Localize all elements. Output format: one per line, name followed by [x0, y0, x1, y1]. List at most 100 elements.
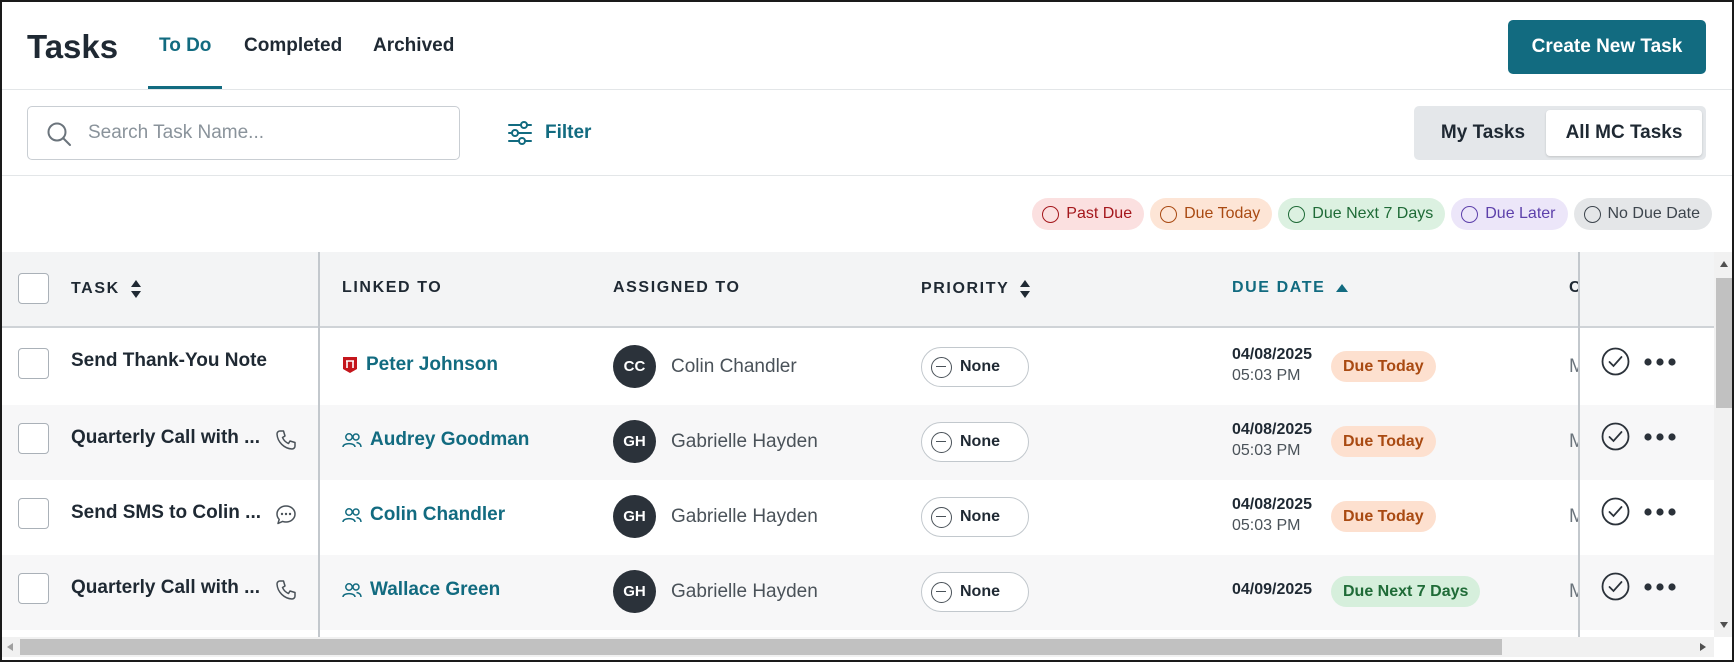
due-date: 04/08/2025	[1232, 346, 1313, 363]
assignee-name: Gabrielle Hayden	[671, 506, 818, 527]
task-name[interactable]: Quarterly Call with ...	[71, 577, 260, 599]
avatar: GH	[613, 570, 656, 613]
people-icon	[342, 508, 362, 523]
due-status-badge: Due Today	[1331, 426, 1436, 457]
due-time: 05:03 PM	[1232, 442, 1301, 459]
scroll-left-arrow-icon[interactable]	[6, 642, 14, 652]
tab-to-do[interactable]: To Do	[159, 35, 211, 57]
priority-selector[interactable]: None	[921, 422, 1029, 462]
column-header-linked-to: LINKED TO	[342, 279, 443, 296]
table-row[interactable]: Send SMS to Colin ... Colin Chandler GH …	[2, 480, 1714, 555]
legend-no-due-date: No Due Date	[1573, 198, 1712, 230]
column-header-assigned-to: ASSIGNED TO	[613, 279, 741, 296]
table-row[interactable]: Send Thank-You Note Peter Johnson CC Col…	[2, 330, 1714, 405]
minus-circle-icon	[931, 431, 952, 453]
more-options-icon[interactable]	[1643, 432, 1677, 442]
row-checkbox[interactable]	[18, 573, 49, 604]
horizontal-scrollbar[interactable]	[2, 637, 1714, 657]
avatar: GH	[613, 420, 656, 463]
row-checkbox[interactable]	[18, 423, 49, 454]
sort-icon	[130, 280, 141, 298]
legend-label: No Due Date	[1607, 205, 1701, 222]
table-row[interactable]: Quarterly Call with ... Audrey Goodman G…	[2, 405, 1714, 480]
tab-completed[interactable]: Completed	[244, 35, 342, 57]
page-header: Tasks To Do Completed Archived Create Ne…	[2, 2, 1732, 90]
search-input[interactable]	[88, 117, 448, 149]
column-label: DUE DATE	[1232, 279, 1326, 296]
more-options-icon[interactable]	[1643, 582, 1677, 592]
linked-name: Audrey Goodman	[370, 429, 530, 450]
complete-check-icon[interactable]	[1601, 497, 1630, 526]
due-status-badge: Due Today	[1331, 501, 1436, 532]
circle-icon	[1160, 205, 1178, 223]
complete-check-icon[interactable]	[1601, 572, 1630, 601]
active-tab-indicator	[148, 86, 222, 89]
more-options-icon[interactable]	[1643, 507, 1677, 517]
minus-circle-icon	[931, 356, 952, 378]
linked-name: Peter Johnson	[366, 354, 498, 375]
due-status-legend: Past Due Due Today Due Next 7 Days Due L…	[1032, 198, 1712, 230]
linked-contact[interactable]: Colin Chandler	[342, 504, 505, 526]
vertical-scrollbar[interactable]	[1714, 252, 1732, 637]
priority-label: None	[960, 583, 1000, 600]
scroll-down-arrow-icon[interactable]	[1719, 621, 1729, 629]
column-header-partial: C	[1569, 279, 1578, 297]
actions-column-divider	[1578, 252, 1580, 637]
column-header-task[interactable]: TASK	[71, 279, 142, 299]
column-label: TASK	[71, 280, 120, 297]
circle-icon	[1583, 205, 1601, 223]
search-box[interactable]	[27, 106, 460, 160]
truncated-cell: M	[1569, 581, 1578, 603]
vertical-scroll-thumb[interactable]	[1716, 278, 1732, 408]
frozen-column-divider	[318, 252, 320, 637]
priority-selector[interactable]: None	[921, 572, 1029, 612]
priority-selector[interactable]: None	[921, 347, 1029, 387]
sort-icon	[1020, 280, 1031, 298]
due-date: 04/09/2025	[1232, 581, 1313, 598]
scroll-up-arrow-icon[interactable]	[1719, 260, 1729, 268]
table-row[interactable]: Quarterly Call with ... Wallace Green GH…	[2, 555, 1714, 630]
row-checkbox[interactable]	[18, 348, 49, 379]
legend-label: Due Later	[1485, 205, 1556, 222]
complete-check-icon[interactable]	[1601, 422, 1630, 451]
linked-name: Colin Chandler	[370, 504, 506, 525]
column-header-priority[interactable]: PRIORITY	[921, 279, 1031, 299]
people-icon	[342, 433, 362, 448]
row-checkbox[interactable]	[18, 498, 49, 529]
select-all-checkbox[interactable]	[18, 273, 49, 304]
truncated-cell: M	[1569, 431, 1578, 453]
complete-check-icon[interactable]	[1601, 347, 1630, 376]
horizontal-scroll-thumb[interactable]	[20, 639, 1502, 655]
minus-circle-icon	[931, 581, 952, 603]
linked-contact[interactable]: Wallace Green	[342, 579, 500, 601]
priority-selector[interactable]: None	[921, 497, 1029, 537]
tasks-window: Tasks To Do Completed Archived Create Ne…	[0, 0, 1734, 662]
minus-circle-icon	[931, 506, 952, 528]
tab-archived[interactable]: Archived	[373, 35, 454, 57]
assignee-name: Gabrielle Hayden	[671, 581, 818, 602]
linked-contact[interactable]: Audrey Goodman	[342, 429, 529, 451]
task-name[interactable]: Quarterly Call with ...	[71, 427, 260, 449]
toolbar: Filter My Tasks All MC Tasks	[2, 90, 1732, 176]
priority-label: None	[960, 433, 1000, 450]
due-status-badge: Due Next 7 Days	[1331, 576, 1481, 607]
column-header-due-date[interactable]: DUE DATE	[1232, 279, 1349, 297]
task-name[interactable]: Send Thank-You Note	[71, 350, 267, 372]
linked-contact[interactable]: Peter Johnson	[342, 354, 498, 376]
legend-past-due: Past Due	[1032, 198, 1145, 230]
more-options-icon[interactable]	[1643, 357, 1677, 367]
scroll-right-arrow-icon[interactable]	[1699, 642, 1707, 652]
avatar: GH	[613, 495, 656, 538]
circle-icon	[1042, 205, 1060, 223]
my-tasks-button[interactable]: My Tasks	[1418, 110, 1548, 156]
create-new-task-button[interactable]: Create New Task	[1508, 20, 1706, 74]
page-title: Tasks	[27, 28, 119, 65]
task-name[interactable]: Send SMS to Colin ...	[71, 502, 261, 524]
filter-button[interactable]: Filter	[507, 120, 591, 146]
due-time: 05:03 PM	[1232, 517, 1301, 534]
column-label: PRIORITY	[921, 280, 1010, 297]
assignee-name: Gabrielle Hayden	[671, 431, 818, 452]
legend-due-later: Due Later	[1451, 198, 1568, 230]
legend-label: Due Today	[1184, 205, 1261, 222]
all-mc-tasks-button[interactable]: All MC Tasks	[1546, 110, 1702, 156]
